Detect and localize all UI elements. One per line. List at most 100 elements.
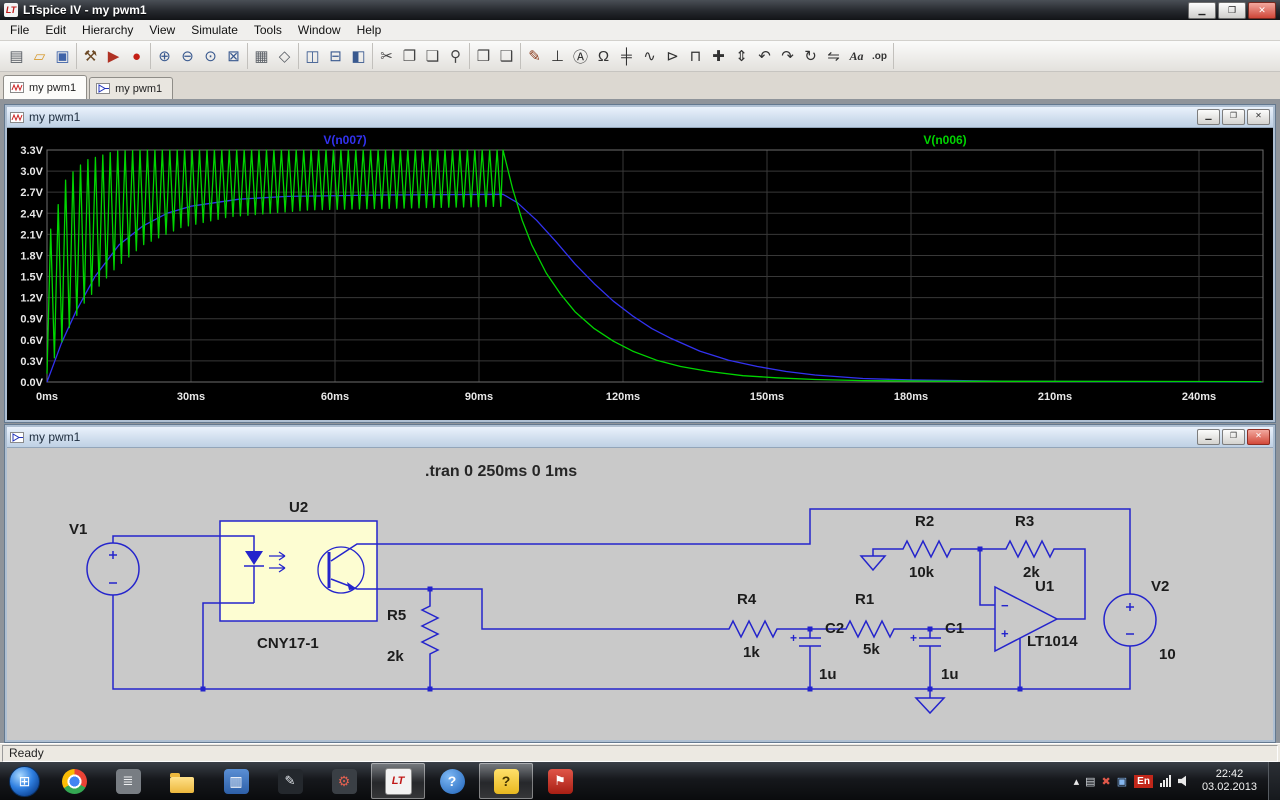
svg-text:1u[interactable]: 1u [941, 666, 959, 683]
tool-drag-icon[interactable]: ⇕ [730, 45, 753, 68]
tool-undo-icon[interactable]: ↶ [753, 45, 776, 68]
tool-copy-icon[interactable]: ❐ [398, 45, 421, 68]
waveform-minimize-button[interactable]: ▁ [1197, 109, 1220, 125]
menu-file[interactable]: File [2, 21, 37, 39]
taskbar-explorer-folder-button[interactable] [155, 763, 209, 799]
svg-text:C1[interactable]: C1 [945, 620, 964, 637]
component-r1[interactable]: R1 5k [840, 591, 900, 658]
taskbar-app-blue-grid-button[interactable]: ▥ [209, 763, 263, 799]
menu-view[interactable]: View [141, 21, 183, 39]
svg-text:R3[interactable]: R3 [1015, 513, 1034, 530]
minimize-button[interactable]: ▁ [1188, 2, 1216, 19]
tool-diode-icon[interactable]: ⊳ [661, 45, 684, 68]
tool-resistor-icon[interactable]: Ω [592, 45, 615, 68]
tool-capacitor-icon[interactable]: ╪ [615, 45, 638, 68]
language-indicator[interactable]: En [1134, 775, 1153, 788]
svg-text:1u[interactable]: 1u [819, 666, 837, 683]
schematic-window-titlebar[interactable]: my pwm1 ▁ ❐ ✕ [7, 427, 1273, 448]
tool-zoom-out-icon[interactable]: ⊖ [176, 45, 199, 68]
tool-print-preview-icon[interactable]: ❑ [495, 45, 518, 68]
svg-text:R4[interactable]: R4 [737, 591, 757, 608]
schematic-close-button[interactable]: ✕ [1247, 429, 1270, 445]
tool-mirror-icon[interactable]: ⇋ [822, 45, 845, 68]
hidden-icons-icon[interactable]: ▴ [1074, 775, 1080, 788]
tool-cascade-windows-icon[interactable]: ◧ [347, 45, 370, 68]
tool-rotate-icon[interactable]: ↻ [799, 45, 822, 68]
component-c1[interactable]: + C1 1u [910, 620, 964, 713]
svg-text:10k[interactable]: 10k [909, 564, 935, 581]
tool-print-icon[interactable]: ❒ [472, 45, 495, 68]
tool-move-icon[interactable]: ✚ [707, 45, 730, 68]
tab-1-my-pwm1[interactable]: my pwm1 [3, 75, 87, 99]
menu-simulate[interactable]: Simulate [183, 21, 246, 39]
tool-redo-icon[interactable]: ↷ [776, 45, 799, 68]
svg-text:LT1014[interactable]: LT1014 [1027, 633, 1078, 650]
spice-directive-text[interactable]: .tran 0 250ms 0 1ms [425, 463, 577, 480]
svg-text:V2[interactable]: V2 [1151, 578, 1169, 595]
tool-tile-horizontal-icon[interactable]: ◫ [301, 45, 324, 68]
schematic-canvas[interactable]: .tran 0 250ms 0 1ms [7, 448, 1273, 740]
show-desktop-button[interactable] [1268, 762, 1280, 800]
tool-open-icon[interactable]: ▱ [28, 45, 51, 68]
tool-control-panel-icon[interactable]: ⚒ [79, 45, 102, 68]
taskbar-chrome-button[interactable] [47, 763, 101, 799]
tool-text-icon[interactable]: Aa [845, 45, 868, 68]
component-c2[interactable]: + C2 1u [790, 620, 844, 689]
waveform-plot-area[interactable]: 0ms30ms60ms90ms120ms150ms180ms210ms240ms… [7, 128, 1273, 420]
component-u1-opamp[interactable]: − + U1 LT1014 [995, 578, 1078, 651]
tool-spice-directive-icon[interactable]: .op [868, 45, 891, 68]
network-icon[interactable] [1160, 775, 1171, 787]
svg-text:U1[interactable]: U1 [1035, 578, 1054, 595]
maximize-button[interactable]: ❐ [1218, 2, 1246, 19]
tray-app-1-icon[interactable]: ▤ [1085, 775, 1095, 788]
tool-grid-icon[interactable]: ▦ [250, 45, 273, 68]
tool-net-label-icon[interactable]: Ⓐ [569, 45, 592, 68]
taskbar-help-blue-button[interactable]: ? [425, 763, 479, 799]
taskbar-editor-gray-button[interactable]: ≣ [101, 763, 155, 799]
taskbar-help-yellow-button[interactable]: ? [479, 763, 533, 799]
svg-text:R1[interactable]: R1 [855, 591, 874, 608]
tool-inductor-icon[interactable]: ∿ [638, 45, 661, 68]
svg-text:2k[interactable]: 2k [387, 648, 404, 665]
tool-component-icon[interactable]: ⊓ [684, 45, 707, 68]
tool-zoom-back-icon[interactable]: ⊙ [199, 45, 222, 68]
waveform-maximize-button[interactable]: ❐ [1222, 109, 1245, 125]
tool-cut-icon[interactable]: ✂ [375, 45, 398, 68]
svg-text:V1[interactable]: V1 [69, 521, 87, 538]
tab-2-my-pwm1[interactable]: my pwm1 [89, 77, 173, 99]
component-u2-optocoupler[interactable]: U2 CNY17-1 [220, 499, 377, 652]
close-button[interactable]: ✕ [1248, 2, 1276, 19]
volume-icon[interactable] [1178, 775, 1191, 787]
taskbar-app-red-button[interactable]: ⚑ [533, 763, 587, 799]
taskbar-clock[interactable]: 22:42 03.02.2013 [1202, 768, 1257, 794]
tray-app-3-icon[interactable]: ▣ [1117, 775, 1127, 788]
component-r4[interactable]: R4 1k [723, 591, 783, 661]
component-v2[interactable]: V2 10 [1104, 578, 1176, 663]
tool-zoom-full-extents-icon[interactable]: ⊠ [222, 45, 245, 68]
svg-text:R2[interactable]: R2 [915, 513, 934, 530]
menu-edit[interactable]: Edit [37, 21, 74, 39]
app-titlebar[interactable]: LT LTspice IV - my pwm1 ▁ ❐ ✕ [0, 0, 1280, 20]
tool-tile-vertical-icon[interactable]: ⊟ [324, 45, 347, 68]
menu-help[interactable]: Help [349, 21, 390, 39]
menu-tools[interactable]: Tools [246, 21, 290, 39]
svg-text:U2[interactable]: U2 [289, 499, 308, 516]
svg-text:1k[interactable]: 1k [743, 644, 760, 661]
svg-text:CNY17-1[interactable]: CNY17-1 [257, 635, 319, 652]
start-button[interactable]: ⊞ [9, 766, 40, 797]
svg-text:10[interactable]: 10 [1159, 646, 1176, 663]
waveform-window-titlebar[interactable]: my pwm1 ▁ ❐ ✕ [7, 107, 1273, 128]
taskbar-ltspice-button[interactable]: LT [371, 763, 425, 799]
schematic-maximize-button[interactable]: ❐ [1222, 429, 1245, 445]
component-r5[interactable]: R5 2k [387, 589, 438, 689]
menu-hierarchy[interactable]: Hierarchy [74, 21, 141, 39]
tool-run-icon[interactable]: ▶ [102, 45, 125, 68]
tool-ground-icon[interactable]: ⊥ [546, 45, 569, 68]
tool-mark-unconnected-icon[interactable]: ◇ [273, 45, 296, 68]
schematic-minimize-button[interactable]: ▁ [1197, 429, 1220, 445]
tool-paste-icon[interactable]: ❏ [421, 45, 444, 68]
svg-text:5k[interactable]: 5k [863, 641, 880, 658]
menu-window[interactable]: Window [290, 21, 349, 39]
tool-new-schematic-icon[interactable]: ▤ [5, 45, 28, 68]
component-r3[interactable]: R3 2k [1000, 513, 1060, 581]
